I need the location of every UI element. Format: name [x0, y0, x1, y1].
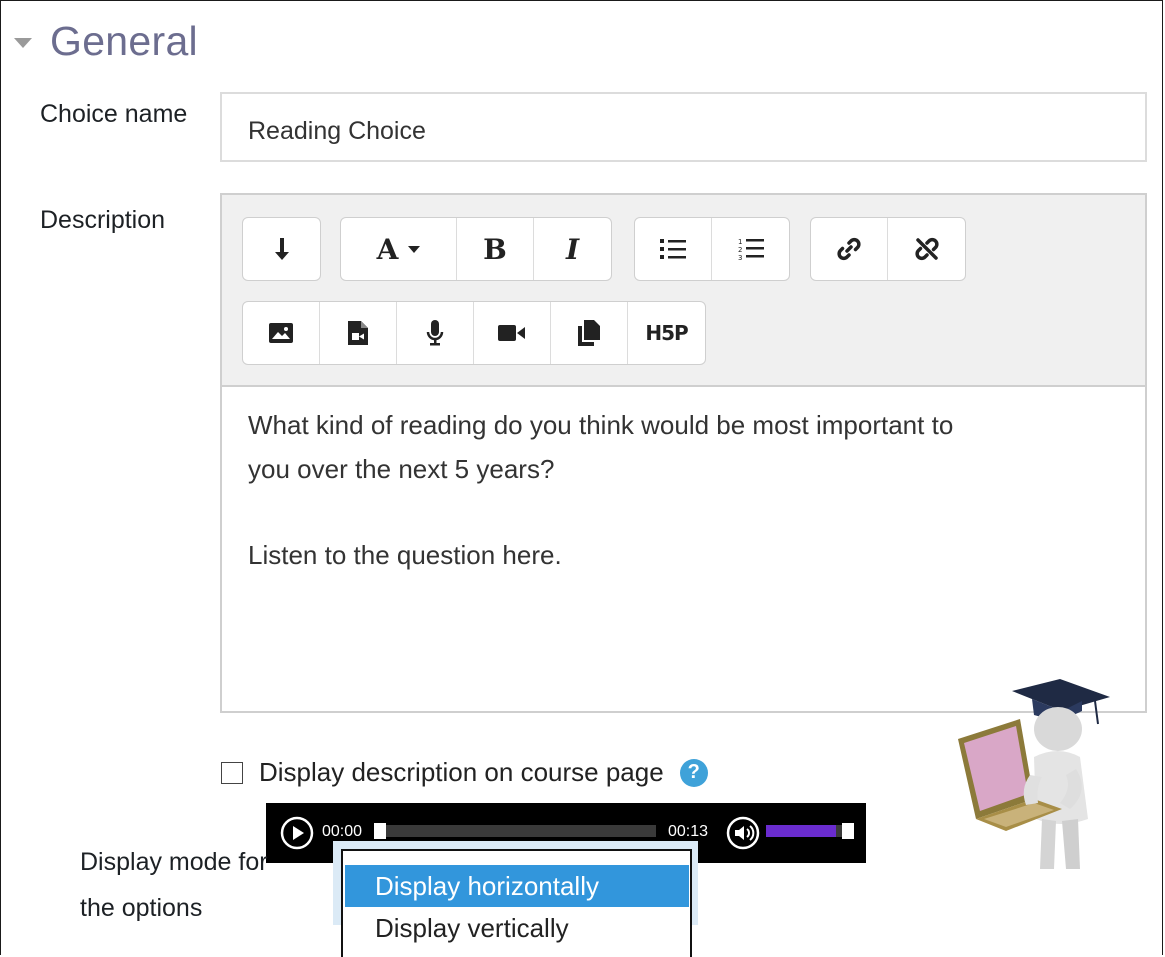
toolbar-group-insert: H5P [242, 301, 706, 365]
microphone-icon [426, 320, 444, 346]
description-paragraph-line-1: What kind of reading do you think would … [248, 410, 954, 440]
editor-toolbar: A B I 1 2 3 H5P [222, 195, 1145, 387]
video-camera-icon [498, 325, 525, 341]
help-icon[interactable]: ? [679, 758, 708, 787]
font-style-button[interactable]: A [341, 218, 457, 280]
audio-duration: 00:13 [668, 823, 709, 840]
svg-text:1: 1 [738, 238, 742, 246]
display-description-label: Display description on course page [259, 757, 664, 787]
h5p-icon: H5P [645, 321, 688, 345]
description-label: Description [40, 206, 166, 234]
ordered-list-icon: 1 2 3 [738, 238, 764, 261]
display-description-checkbox[interactable] [221, 761, 243, 784]
section-header-general[interactable]: General [14, 18, 198, 65]
bold-icon: B [483, 232, 507, 266]
volume-track[interactable] [766, 825, 848, 837]
collapse-caret-icon[interactable] [14, 37, 32, 48]
editor-content-area[interactable]: What kind of reading do you think would … [222, 387, 1145, 869]
display-description-row: Display description on course page ? [221, 757, 708, 788]
description-paragraph-2: Listen to the question here. [248, 540, 562, 570]
link-icon [837, 237, 861, 261]
choice-name-input[interactable]: Reading Choice [220, 92, 1147, 162]
h5p-button[interactable]: H5P [628, 302, 705, 364]
toolbar-group-collapse [242, 217, 321, 281]
manage-files-icon [578, 320, 600, 346]
unlink-icon [914, 237, 939, 261]
expand-toolbar-button[interactable] [243, 218, 320, 280]
display-mode-label-line-1: Display mode for [80, 848, 268, 876]
graduate-laptop-image [950, 679, 1110, 874]
play-icon[interactable] [280, 816, 314, 850]
volume-icon[interactable] [726, 816, 760, 850]
media-icon [348, 321, 368, 345]
unordered-list-icon [660, 239, 686, 259]
audio-current-time: 00:00 [322, 823, 363, 840]
toolbar-group-links [810, 217, 966, 281]
italic-button[interactable]: I [534, 218, 611, 280]
record-video-button[interactable] [474, 302, 551, 364]
section-title: General [50, 18, 198, 64]
option-display-horizontally[interactable]: Display horizontally [345, 865, 689, 907]
description-editor: A B I 1 2 3 H5P What kind of reading do … [220, 193, 1147, 869]
option-display-vertically[interactable]: Display vertically [345, 907, 689, 949]
choice-name-label: Choice name [40, 100, 188, 128]
volume-handle[interactable] [842, 823, 854, 839]
audio-progress-handle[interactable] [374, 823, 386, 839]
media-button[interactable] [320, 302, 397, 364]
expand-toolbar-icon [274, 238, 289, 260]
display-mode-label-line-2: the options [80, 894, 203, 922]
toolbar-group-style: A B I [340, 217, 612, 281]
italic-icon: I [565, 232, 580, 266]
audio-progress-track[interactable] [374, 825, 656, 837]
chevron-down-icon [408, 245, 421, 253]
manage-files-button[interactable] [551, 302, 628, 364]
bold-button[interactable]: B [457, 218, 534, 280]
font-style-icon: A [376, 232, 399, 266]
svg-text:3: 3 [738, 254, 742, 261]
description-paragraph-line-2: you over the next 5 years? [248, 454, 555, 484]
toolbar-group-lists: 1 2 3 [634, 217, 790, 281]
image-button[interactable] [243, 302, 320, 364]
unlink-button[interactable] [888, 218, 965, 280]
image-icon [269, 323, 293, 343]
record-audio-button[interactable] [397, 302, 474, 364]
svg-text:2: 2 [738, 246, 742, 254]
ordered-list-button[interactable]: 1 2 3 [712, 218, 789, 280]
link-button[interactable] [811, 218, 888, 280]
display-mode-dropdown[interactable]: Display horizontally Display vertically [341, 849, 692, 957]
unordered-list-button[interactable] [635, 218, 712, 280]
volume-fill [766, 825, 836, 837]
